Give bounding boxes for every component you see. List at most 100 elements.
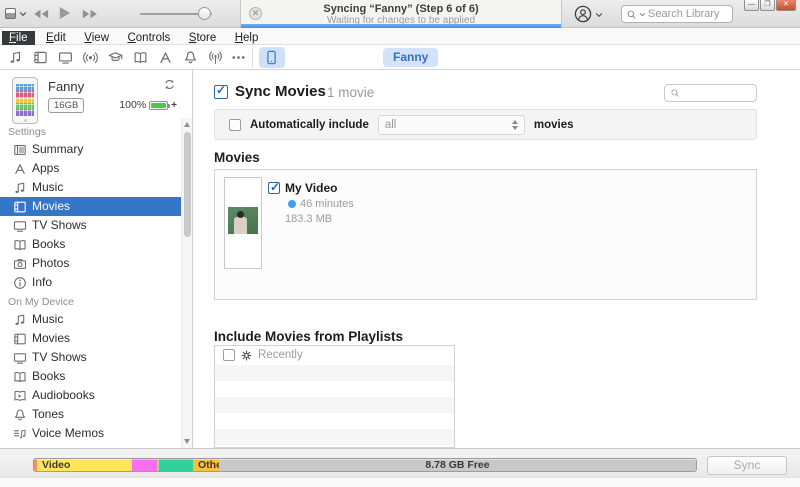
sidebar-item-label: Info	[32, 275, 52, 289]
sidebar: Fanny 16GB 100% + Settings Summary Apps …	[0, 70, 193, 448]
sidebar-item-voice-memos[interactable]: Voice Memos	[0, 424, 192, 443]
sidebar-item-books[interactable]: Books	[0, 235, 192, 254]
scrollbar-thumb[interactable]	[184, 132, 191, 237]
forward-button[interactable]	[82, 8, 99, 20]
my-video-checkbox[interactable]	[268, 182, 280, 194]
search-input[interactable]	[648, 8, 728, 20]
minimize-button[interactable]: —	[744, 0, 759, 11]
apps-icon[interactable]	[158, 50, 173, 65]
menu-view[interactable]: View	[77, 31, 116, 45]
footer: VideoOther8.78 GB Free Sync	[0, 448, 800, 477]
music-icon[interactable]	[8, 50, 23, 65]
movies-search-box[interactable]	[664, 84, 757, 102]
sync-spinner-icon[interactable]	[163, 78, 176, 91]
bottom-strip	[0, 477, 800, 487]
capacity-free-segment: 8.78 GB Free	[219, 459, 696, 471]
sidebar-item-label: Books	[32, 237, 65, 251]
movies-icon[interactable]	[33, 50, 48, 65]
sidebar-item-device-tv-shows[interactable]: TV Shows	[0, 348, 192, 367]
summary-icon	[13, 143, 27, 157]
sidebar-item-summary[interactable]: Summary	[0, 140, 192, 159]
books-icon	[13, 238, 27, 252]
play-button[interactable]	[58, 5, 71, 21]
scroll-up-icon[interactable]	[184, 122, 190, 127]
voice-memos-icon	[13, 427, 27, 441]
auto-include-dropdown[interactable]: all	[378, 115, 525, 135]
menu-store[interactable]: Store	[182, 31, 224, 45]
sidebar-item-label: TV Shows	[32, 350, 87, 364]
sidebar-item-info[interactable]: Info	[0, 273, 192, 292]
sidebar-item-device-books[interactable]: Books	[0, 367, 192, 386]
scroll-down-icon[interactable]	[184, 439, 190, 444]
auto-include-checkbox[interactable]	[229, 119, 241, 131]
sidebar-item-device-movies[interactable]: Movies	[0, 329, 192, 348]
device-button[interactable]	[259, 47, 285, 68]
playlist-checkbox[interactable]	[223, 349, 235, 361]
rewind-button[interactable]	[32, 8, 49, 20]
sidebar-item-label: Photos	[32, 256, 69, 270]
music-icon	[13, 181, 27, 195]
media-bar: Fanny	[0, 45, 800, 70]
account-icon	[574, 5, 592, 23]
tv-icon	[13, 351, 27, 365]
tv-shows-icon[interactable]	[58, 50, 73, 65]
itunes-u-icon[interactable]	[108, 50, 123, 65]
movies-icon	[13, 200, 27, 214]
empty-row	[215, 429, 454, 445]
apps-icon	[13, 162, 27, 176]
bell-icon	[13, 408, 27, 422]
tv-icon	[13, 219, 27, 233]
sidebar-item-label: Apps	[32, 161, 59, 175]
radio-icon[interactable]	[208, 50, 223, 65]
podcasts-icon[interactable]	[83, 50, 98, 65]
sidebar-scrollbar[interactable]	[181, 118, 192, 448]
sync-button[interactable]: Sync	[707, 456, 787, 475]
sidebar-item-apps[interactable]: Apps	[0, 159, 192, 178]
close-button[interactable]: ✕	[776, 0, 796, 11]
capacity-badge: 16GB	[48, 98, 84, 113]
device-thumbnail	[12, 77, 38, 124]
capacity-segment	[132, 459, 157, 471]
sidebar-item-movies[interactable]: Movies	[0, 197, 192, 216]
app-menu-button[interactable]	[5, 7, 29, 21]
sync-movies-checkbox[interactable]	[214, 85, 228, 99]
more-icon[interactable]	[231, 50, 246, 65]
empty-row	[215, 365, 454, 381]
sidebar-item-label: TV Shows	[32, 218, 87, 232]
tones-icon[interactable]	[183, 50, 198, 65]
sidebar-item-audiobooks[interactable]: Audiobooks	[0, 386, 192, 405]
library-search-box[interactable]	[621, 5, 733, 23]
dropdown-value: all	[385, 119, 397, 131]
sidebar-item-label: Movies	[32, 199, 70, 213]
movies-icon	[13, 332, 27, 346]
menu-controls[interactable]: Controls	[120, 31, 177, 45]
menu-help[interactable]: Help	[228, 31, 266, 45]
sidebar-item-label: Audiobooks	[32, 388, 95, 402]
maximize-button[interactable]: ❐	[760, 0, 775, 11]
video-thumbnail-image	[228, 207, 258, 234]
account-button[interactable]	[574, 5, 604, 23]
empty-row	[215, 413, 454, 429]
search-icon	[670, 88, 680, 98]
chevron-down-icon	[639, 11, 646, 18]
window-controls: — ❐ ✕	[744, 0, 796, 11]
sidebar-item-tones[interactable]: Tones	[0, 405, 192, 424]
sidebar-item-photos[interactable]: Photos	[0, 254, 192, 273]
device-name-tab[interactable]: Fanny	[383, 48, 438, 67]
sidebar-item-device-music[interactable]: Music	[0, 310, 192, 329]
titlebar: ✕ Syncing “Fanny” (Step 6 of 6) Waiting …	[0, 0, 800, 28]
volume-slider-knob[interactable]	[198, 7, 211, 20]
playlists-panel: Recently	[214, 345, 455, 448]
video-duration: 46 minutes	[300, 198, 354, 210]
sync-status-title: Syncing “Fanny” (Step 6 of 6)	[241, 3, 561, 15]
iphone-icon	[264, 50, 279, 65]
playlist-row[interactable]: Recently	[215, 346, 454, 365]
books-icon[interactable]	[133, 50, 148, 65]
sidebar-item-music[interactable]: Music	[0, 178, 192, 197]
sidebar-item-label: Music	[32, 312, 63, 326]
menu-file[interactable]: File	[2, 31, 35, 45]
menu-edit[interactable]: Edit	[39, 31, 73, 45]
dropdown-stepper-icon	[512, 120, 518, 130]
movies-section-title: Movies	[214, 150, 260, 165]
sidebar-item-tv-shows[interactable]: TV Shows	[0, 216, 192, 235]
